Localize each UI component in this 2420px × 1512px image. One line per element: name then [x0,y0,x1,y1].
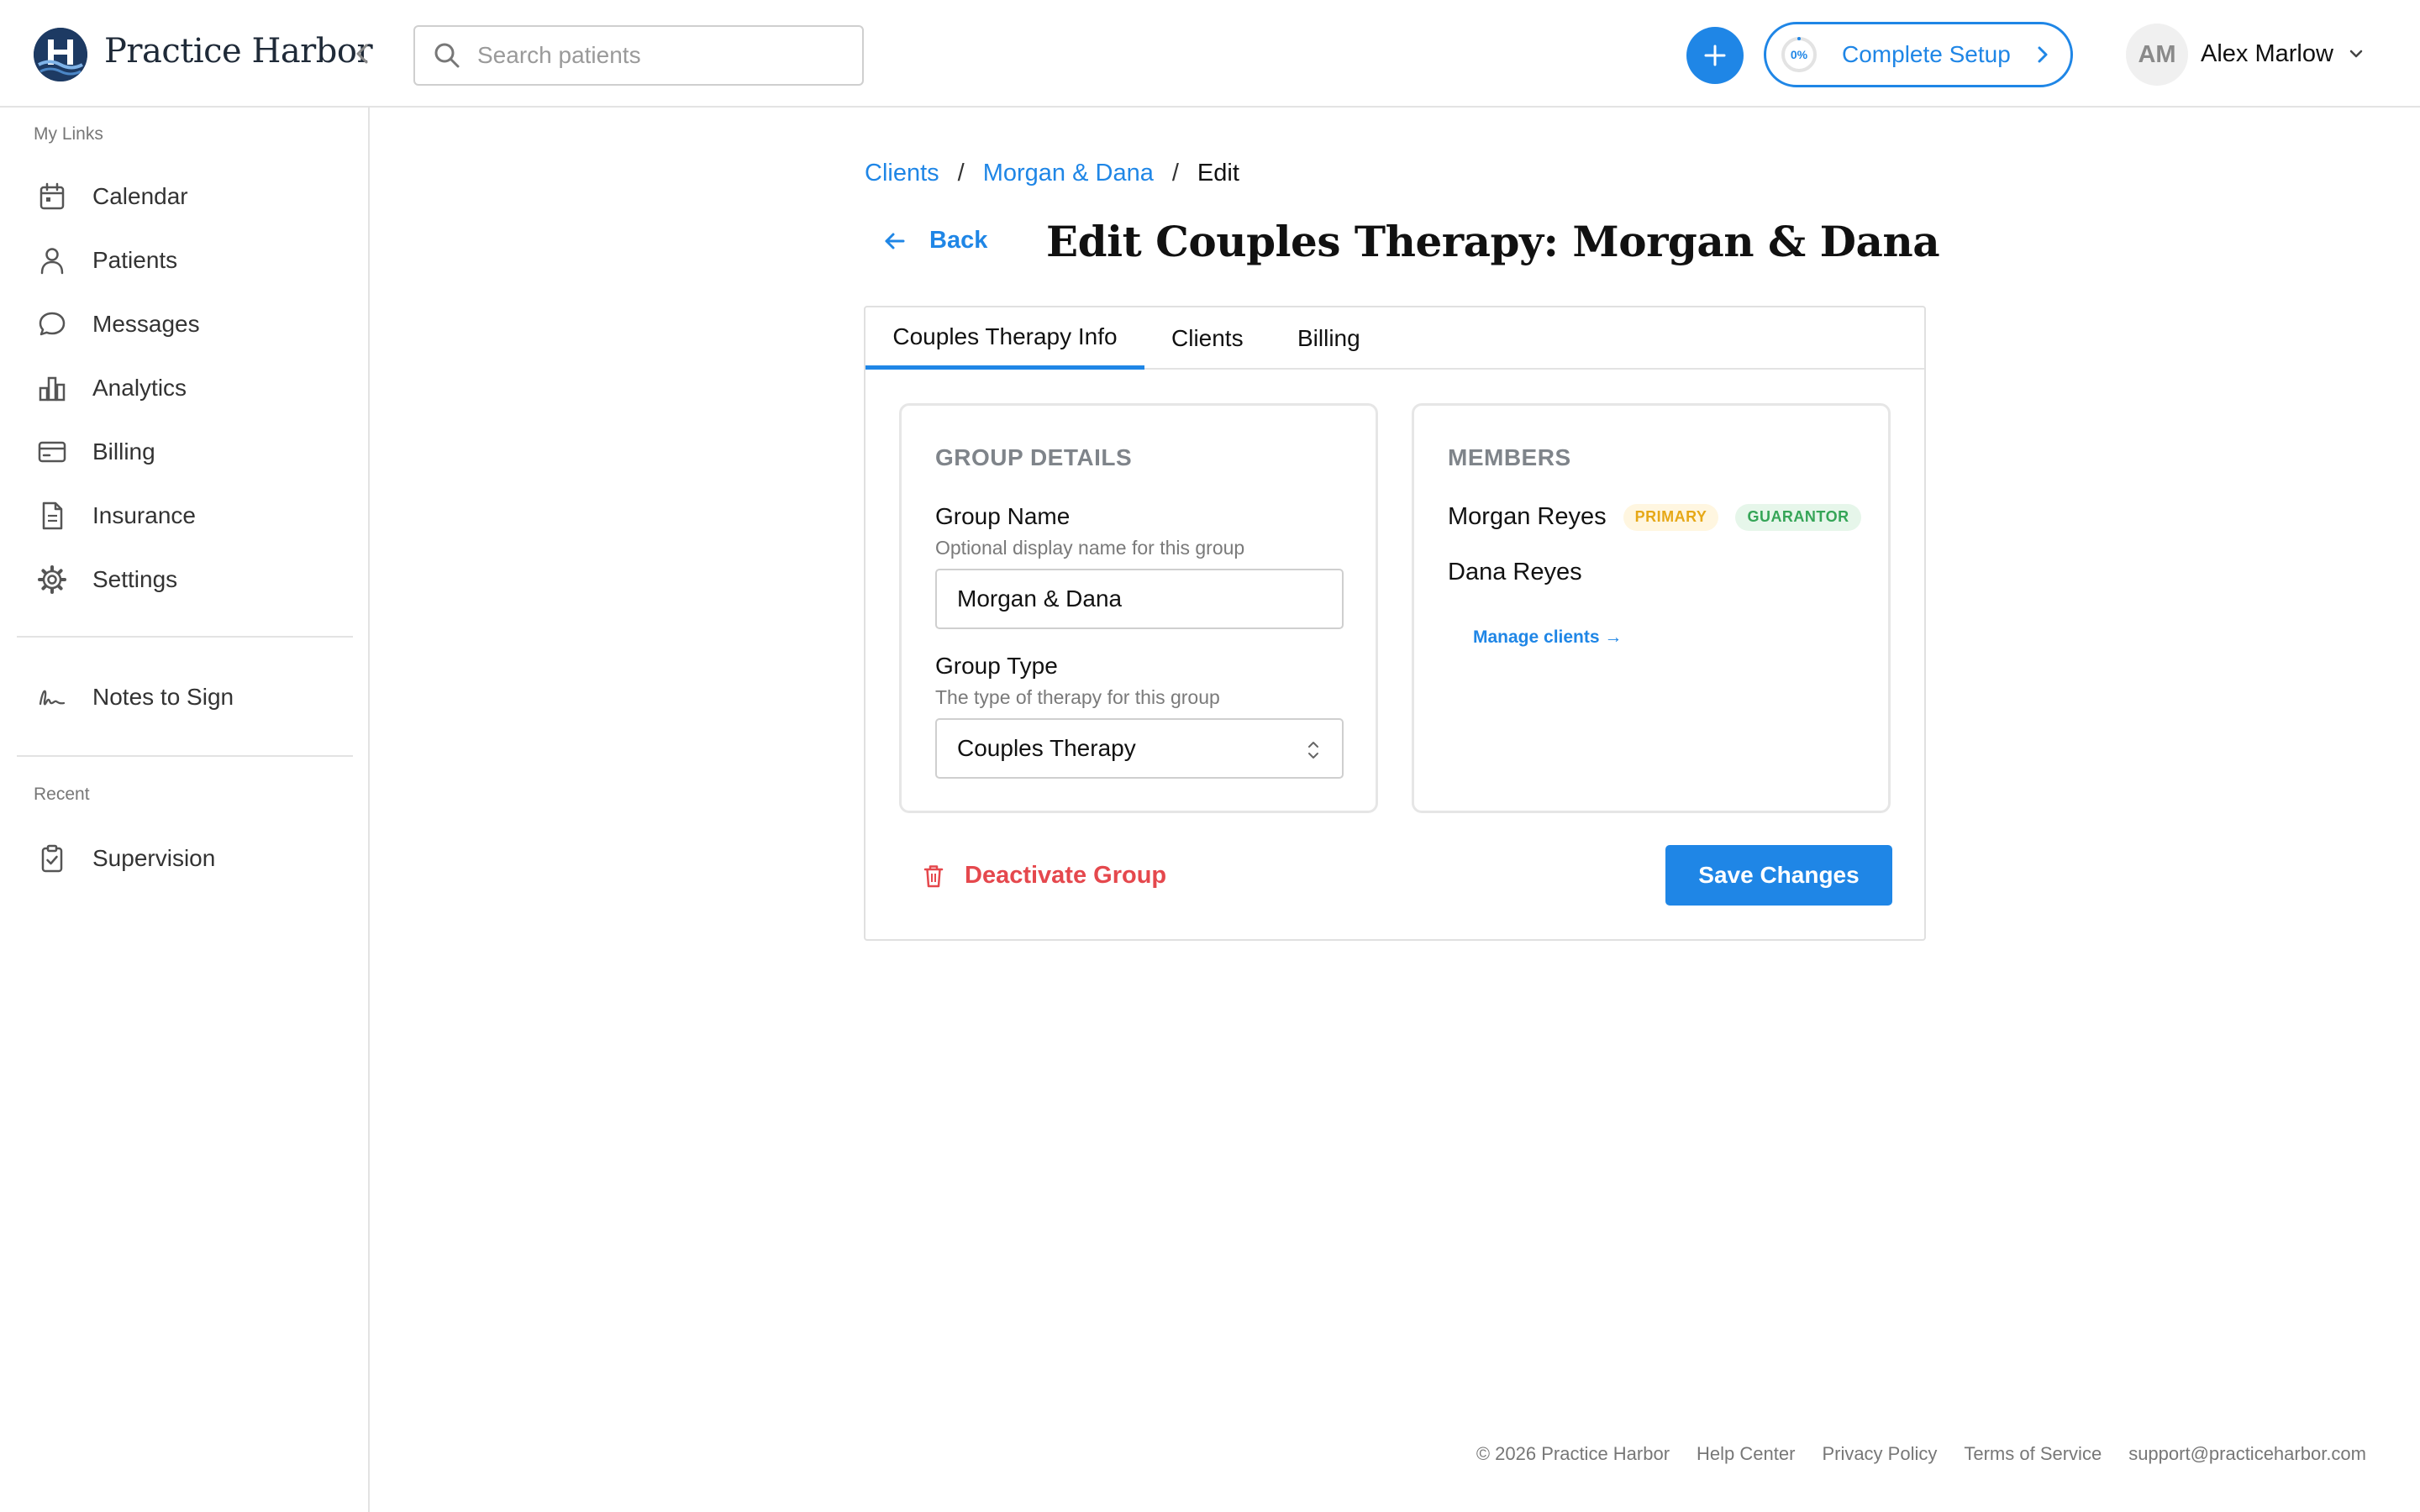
plus-icon [1704,45,1726,66]
sidebar-item-messages[interactable]: Messages [17,297,353,351]
sidebar-divider [17,755,353,757]
collapse-sidebar-icon[interactable] [351,40,373,67]
group-name-field [935,569,1344,629]
recent-label: Recent [34,785,90,804]
brand-name[interactable]: Practice Harbor [104,32,373,71]
chevron-right-icon [2038,46,2048,63]
footer-link-terms-of-service[interactable]: Terms of Service [1964,1443,2102,1465]
sidebar-item-supervision[interactable]: Supervision [17,832,353,885]
tab-clients[interactable]: Clients [1171,307,1244,370]
harbor-logo-icon[interactable] [34,28,87,81]
add-button[interactable] [1686,27,1744,84]
member-name: Dana Reyes [1448,559,1582,585]
user-icon [40,248,64,275]
footer-link-support-email[interactable]: support@practiceharbor.com [2128,1443,2366,1465]
page-title: Edit Couples Therapy: Morgan & Dana [1046,217,1940,266]
document-icon [42,501,63,530]
member-row: Dana Reyes [1448,559,1582,586]
back-label: Back [929,227,988,254]
footer-link-privacy-policy[interactable]: Privacy Policy [1822,1443,1937,1465]
breadcrumb-group-link[interactable]: Morgan & Dana [983,160,1154,187]
deactivate-group-button[interactable]: Deactivate Group [923,862,1166,890]
sidebar-item-calendar[interactable]: Calendar [17,170,353,223]
arrow-left-icon [885,233,905,249]
select-arrows-icon [1308,742,1318,759]
breadcrumb-clients-link[interactable]: Clients [865,160,939,187]
breadcrumb: Clients / Morgan & Dana / Edit [865,160,1239,187]
chevron-down-icon[interactable] [2349,47,2364,60]
my-links-label: My Links [34,124,103,144]
member-name: Morgan Reyes [1448,503,1607,530]
member-row: Morgan Reyes PRIMARY GUARANTOR [1448,503,1861,531]
sidebar-item-label: Settings [92,566,178,592]
footer-link-help-center[interactable]: Help Center [1697,1443,1795,1465]
footer-copyright: © 2026 Practice Harbor [1476,1443,1670,1464]
clipboard-check-icon [41,844,63,873]
sidebar-item-label: Supervision [92,845,216,871]
tab-billing[interactable]: Billing [1297,307,1360,370]
sidebar-item-patients[interactable]: Patients [17,234,353,287]
chat-bubble-icon [39,312,66,336]
group-name-input[interactable] [957,585,1310,612]
sidebar-divider [17,636,353,638]
sidebar-item-billing[interactable]: Billing [17,425,353,479]
tab-bar: Couples Therapy Info Clients Billing [865,307,1924,370]
signature-icon [39,690,66,706]
user-name[interactable]: Alex Marlow [2201,40,2333,68]
sidebar-item-label: Calendar [92,183,188,209]
group-type-help: The type of therapy for this group [935,686,1220,708]
sidebar-item-label: Notes to Sign [92,684,234,710]
deactivate-label: Deactivate Group [965,862,1167,889]
sidebar: My Links Calendar Patients Messages Anal… [0,108,370,1512]
sidebar-item-insurance[interactable]: Insurance [17,489,353,543]
tab-couples-therapy-info[interactable]: Couples Therapy Info [865,307,1144,370]
calendar-icon [39,182,65,210]
search-icon [434,43,460,68]
search-input[interactable] [477,42,847,69]
breadcrumb-separator: / [957,160,965,186]
edit-panel: Couples Therapy Info Clients Billing GRO… [864,306,1926,941]
group-details-card: GROUP DETAILS Group Name Optional displa… [899,403,1378,813]
sidebar-item-label: Analytics [92,375,187,401]
sidebar-item-label: Insurance [92,502,196,528]
setup-label: Complete Setup [1842,41,2011,67]
gear-icon [38,565,66,594]
sidebar-item-label: Messages [92,311,200,337]
guarantor-badge: GUARANTOR [1735,503,1861,531]
group-details-heading: GROUP DETAILS [935,444,1133,470]
group-name-label: Group Name [935,503,1071,529]
save-changes-button[interactable]: Save Changes [1665,845,1892,906]
primary-badge: PRIMARY [1623,503,1719,531]
avatar[interactable]: AM [2126,24,2188,86]
members-card: MEMBERS Morgan Reyes PRIMARY GUARANTOR D… [1412,403,1891,813]
search-box [413,25,864,86]
group-name-help: Optional display name for this group [935,537,1245,559]
group-type-label: Group Type [935,653,1058,679]
sidebar-item-notes-to-sign[interactable]: Notes to Sign [17,670,353,724]
top-bar: Practice Harbor 0% Complete Setup AM Ale… [0,0,2420,108]
bar-chart-icon [39,376,66,402]
group-type-value: Couples Therapy [957,735,1136,761]
sidebar-item-label: Billing [92,438,155,465]
sidebar-item-analytics[interactable]: Analytics [17,361,353,415]
credit-card-icon [38,441,66,463]
members-heading: MEMBERS [1448,444,1571,470]
breadcrumb-current: Edit [1197,160,1239,186]
manage-clients-link[interactable]: Manage clients → [1473,627,1622,648]
trash-icon [923,864,944,887]
footer: © 2026 Practice Harbor Help Center Priva… [1476,1443,2366,1465]
setup-progress-label: 0% [1790,48,1808,61]
group-type-select[interactable]: Couples Therapy [935,718,1344,779]
back-button[interactable]: Back [882,227,987,255]
complete-setup-button[interactable]: 0% Complete Setup [1764,22,2073,87]
sidebar-item-settings[interactable]: Settings [17,553,353,606]
setup-progress-ring: 0% [1780,35,1818,74]
sidebar-item-label: Patients [92,247,178,273]
breadcrumb-separator: / [1171,160,1179,186]
